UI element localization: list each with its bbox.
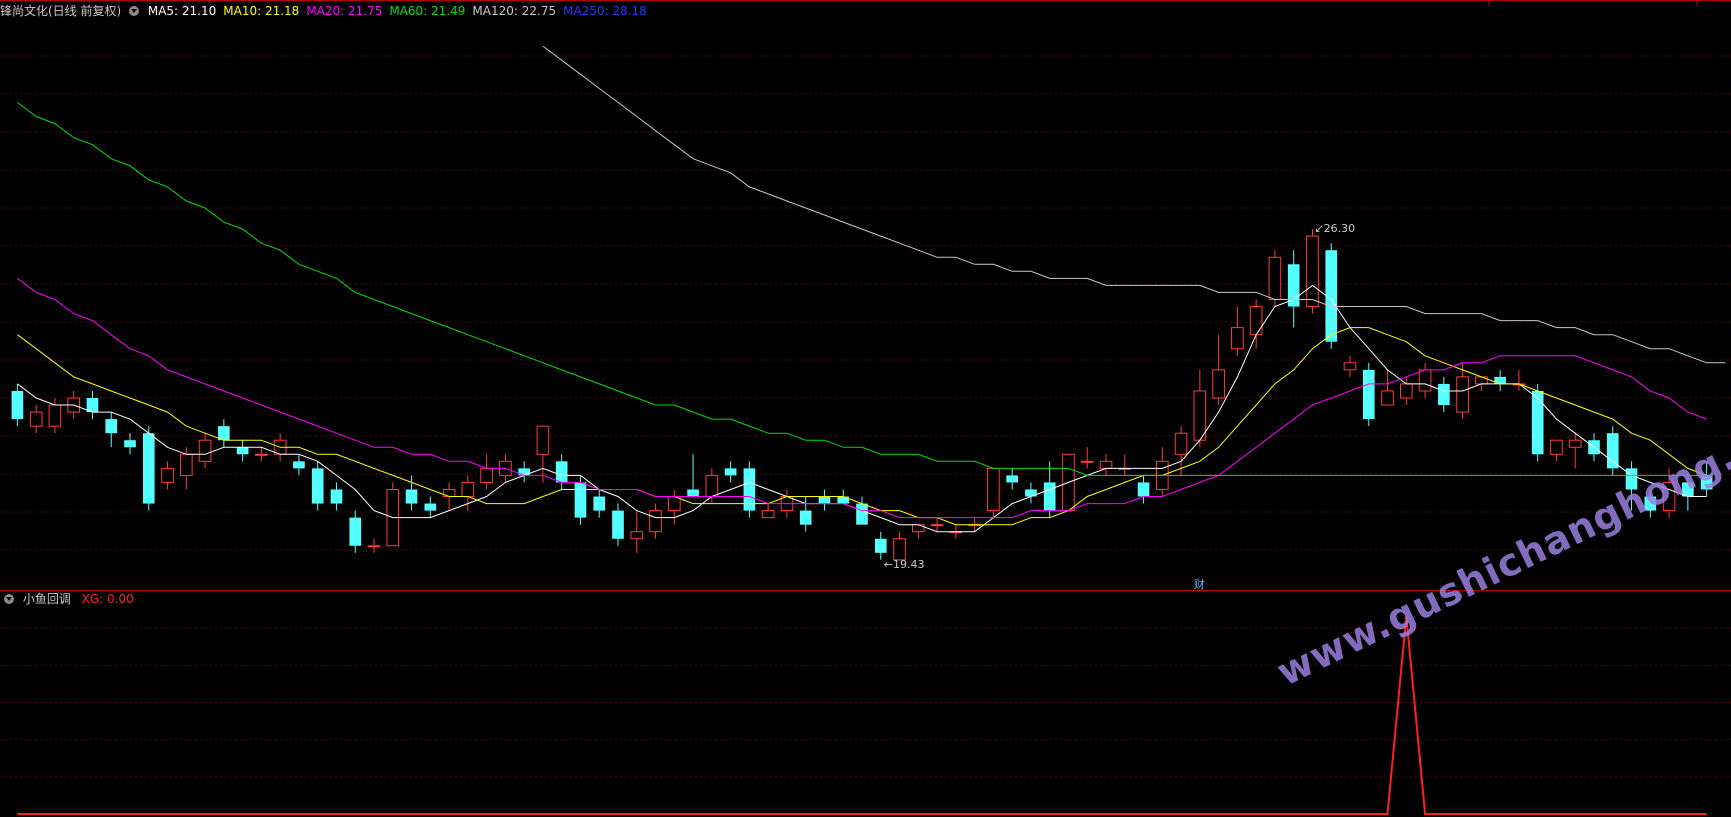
candle-body-down <box>818 496 831 504</box>
candle-body-up <box>48 404 62 427</box>
candle-body-down <box>105 419 118 434</box>
candle-body-down <box>799 510 812 525</box>
candle-body-up <box>1456 376 1469 413</box>
candle-body-up <box>461 481 475 498</box>
candle-body-down <box>405 489 418 504</box>
chart-stage: 锋尚文化(日线 前复权) MA5: 21.10 MA10: 21.18 MA20: … <box>0 0 1731 817</box>
candle-body-down <box>687 489 699 497</box>
low-price-label: ←19.43 <box>883 557 925 571</box>
candle-body-down <box>424 503 437 511</box>
candle-body-down <box>1137 482 1150 497</box>
candle-body-up <box>893 538 906 561</box>
candle-body-up <box>705 474 719 498</box>
dropdown-circle-icon[interactable] <box>4 594 14 604</box>
candle-body-up <box>1231 327 1244 350</box>
candle-body-up <box>1399 383 1413 399</box>
ma-label: MA120: 22.75 <box>472 4 557 18</box>
candle-body-up <box>649 510 662 533</box>
xg-indicator-label: XG: 0.00 <box>81 592 134 606</box>
candle-body-down <box>743 468 756 511</box>
main-panel-header: 锋尚文化(日线 前复权) MA5: 21.10 MA10: 21.18 MA20: … <box>0 3 661 19</box>
xg-signal-line <box>17 615 1707 815</box>
candle-body-down <box>218 426 230 441</box>
candle-body-up <box>480 467 493 483</box>
ma-label: MA10: 21.18 <box>223 4 300 18</box>
ma-label: MA20: 21.75 <box>306 4 383 18</box>
candle-body-down <box>1438 383 1450 406</box>
candle-body-down <box>236 447 249 455</box>
candle-body-down <box>856 503 868 525</box>
candle-body-down <box>1006 475 1018 483</box>
candle-body-up <box>255 453 268 456</box>
candle-body-up <box>1268 256 1282 300</box>
candle-body-up <box>1550 439 1563 455</box>
candle-body-up <box>29 411 43 427</box>
candle-body-down <box>142 433 155 504</box>
candle-body-down <box>1606 433 1619 469</box>
ma-label: MA60: 21.49 <box>389 4 466 18</box>
candle-body-down <box>124 440 136 448</box>
ma-label: MA5: 21.10 <box>147 4 217 18</box>
candle-body-down <box>1287 264 1300 307</box>
candle-body-up <box>1080 460 1094 463</box>
candle-body-up <box>1418 369 1432 392</box>
ma-line-ma10 <box>17 327 1707 526</box>
candle-body-down <box>555 461 568 483</box>
candle-body-up <box>1193 390 1207 441</box>
candle-body-up <box>161 467 174 483</box>
chart-svg <box>0 0 1731 815</box>
high-price-label: ↙26.30 <box>1314 222 1356 236</box>
candle-body-up <box>1212 369 1225 399</box>
candle-body-up <box>1249 306 1263 336</box>
candle-body-up <box>761 510 775 519</box>
candle-body-up <box>1381 390 1394 406</box>
candle-body-down <box>349 517 362 546</box>
candle-body-down <box>11 390 24 420</box>
sub-panel-header: 小鱼回调 XG: 0.00 <box>0 591 141 607</box>
candle-body-up <box>198 439 212 462</box>
candle-body-down <box>593 496 606 511</box>
sub-panel-title: 小鱼回调 <box>22 592 71 606</box>
finance-badge[interactable]: 财 <box>1194 576 1205 592</box>
candle-body-down <box>330 489 343 504</box>
candle-body-up <box>536 425 550 455</box>
candle-body-up <box>667 496 681 512</box>
ma-label: MA250: 28.18 <box>563 4 647 18</box>
candle-body-down <box>1362 369 1375 420</box>
candle-body-down <box>574 482 587 518</box>
candle-body-up <box>179 453 193 476</box>
candle-body-up <box>630 531 644 540</box>
ma-indicator-labels: MA5: 21.10 MA10: 21.18 MA20: 21.75 MA60: 21… <box>148 4 654 18</box>
candle-body-up <box>1099 460 1113 469</box>
ma-line-ma60 <box>17 102 1707 476</box>
candle-body-down <box>724 468 737 476</box>
candle-body-down <box>612 510 624 539</box>
candle-body-down <box>874 538 887 553</box>
candle-body-up <box>1306 235 1319 308</box>
candle-body-down <box>1531 390 1544 455</box>
candle-body-up <box>1568 439 1582 448</box>
candle-body-down <box>1043 482 1056 511</box>
candle-body-up <box>987 467 1000 512</box>
candle-body-up <box>1343 362 1357 371</box>
candle-body-down <box>86 398 99 413</box>
candle-body-down <box>293 461 305 469</box>
candle-body-down <box>311 468 324 504</box>
dropdown-circle-icon[interactable] <box>129 6 140 16</box>
stock-title: 锋尚文化(日线 前复权) <box>0 4 122 18</box>
candle-body-up <box>1174 432 1188 455</box>
candle-body-up <box>930 524 944 527</box>
candle-body-up <box>367 545 381 548</box>
